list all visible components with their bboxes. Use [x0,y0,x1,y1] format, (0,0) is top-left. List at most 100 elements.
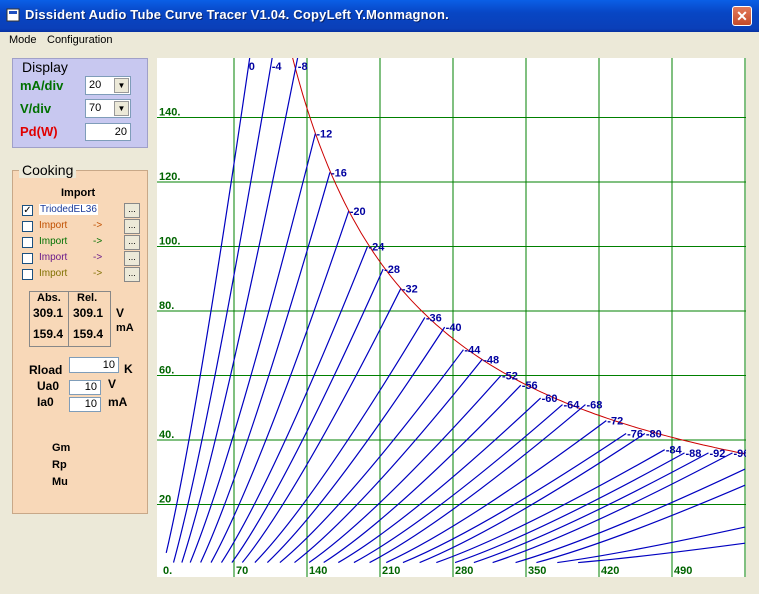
curve-label: -20 [350,206,366,218]
rload-unit: K [124,362,133,376]
curve-label: 0 [249,61,255,73]
x-tick-label: 490 [674,565,692,577]
curve-label: -28 [384,264,400,276]
plate-curve [369,404,586,564]
rel-ma-value: 159.4 [73,327,104,341]
plate-curve [492,452,733,564]
curve-label: -32 [402,283,418,295]
window-title: Dissident Audio Tube Curve Tracer V1.04.… [25,7,449,22]
y-tick-label: 60. [159,365,174,377]
curve-label: -60 [542,393,558,405]
curve-label: -96 [733,448,746,460]
import-label: Import [39,236,68,247]
curve-plot[interactable]: 0 -4 -8 -12 -16 -20 -24 -28 -32 -36 -40 -44 -48 -52 -5… [157,58,746,577]
plate-curve [172,58,273,563]
ua0-unit: V [108,377,117,391]
curve-label: -76 [627,429,643,441]
browse-button[interactable]: ... [124,203,140,218]
y-tick-label: 100. [159,236,180,248]
chevron-down-icon[interactable]: ▼ [114,78,129,93]
plate-curve [557,526,746,564]
import-checkbox[interactable] [22,269,33,280]
curve-label: -40 [446,322,462,334]
rload-label: Rload [29,363,63,377]
curve-label: -4 [272,61,283,73]
v-div-value: 70 [89,102,102,114]
plate-curve [337,397,542,564]
x-tick-label: 280 [455,565,473,577]
x-tick-label: 0. [163,565,172,577]
ia0-input[interactable]: 10 [69,397,101,412]
curve-label: -56 [522,380,538,392]
ma-div-select[interactable]: 20 ▼ [85,76,131,95]
y-tick-label: 40. [159,429,174,441]
import-label: Import [39,268,68,279]
plate-curve [578,542,746,564]
curve-label: -52 [502,371,518,383]
curve-label: -68 [586,400,602,412]
unit-v-label: V [116,306,125,320]
rel-label: Rel. [77,292,98,304]
curve-label: -80 [646,429,662,441]
rload-input[interactable]: 10 [69,357,119,373]
plate-curve [266,326,446,563]
import-label: TriodedEL36 [39,204,98,215]
curve-label: -12 [316,129,332,141]
import-checkbox[interactable] [22,253,33,264]
title-bar[interactable]: Dissident Audio Tube Curve Tracer V1.04.… [0,0,759,32]
ma-div-label: mA/div [20,78,64,93]
menu-configuration[interactable]: Configuration [47,34,112,46]
curve-label: -24 [368,242,385,254]
plate-curve [165,58,251,554]
ia0-unit: mA [108,395,128,409]
chevron-down-icon[interactable]: ▼ [114,101,129,116]
close-icon: ✕ [736,8,748,24]
curve-plot-svg: 0 -4 -8 -12 -16 -20 -24 -28-32 -36 -40-44-48-52 -5… [157,58,746,577]
browse-button[interactable]: ... [124,219,140,234]
import-checkbox[interactable] [22,221,33,232]
y-tick-label: 120. [159,171,180,183]
pd-input[interactable]: 20 [85,123,131,141]
curve-label: -48 [483,354,499,366]
import-arrow: -> [93,252,103,263]
import-arrow: -> [93,236,103,247]
plate-curve [436,449,665,564]
rel-v-value: 309.1 [73,306,104,320]
plate-curve [402,433,627,564]
plate-curve [189,133,316,563]
ua0-label: Ua0 [37,379,60,393]
import-label: Import [39,252,68,263]
gm-label: Gm [52,442,71,454]
curve-label: -36 [426,312,442,324]
v-div-select[interactable]: 70 ▼ [85,99,131,118]
browse-button[interactable]: ... [124,267,140,282]
import-checkbox[interactable] [22,237,33,248]
app-icon [6,8,20,22]
y-tick-label: 80. [159,300,174,312]
menu-mode[interactable]: Mode [9,34,37,46]
x-tick-label: 70 [236,565,248,577]
import-arrow: -> [93,220,103,231]
import-checkbox[interactable]: ✓ [22,205,33,216]
curve-label: -64 [564,400,581,412]
plate-curve [241,288,402,563]
curve-label: -16 [331,167,347,179]
pd-label: Pd(W) [20,124,58,139]
curve-label: -8 [298,61,308,73]
mu-label: Mu [52,476,68,488]
unit-ma-label: mA [116,322,134,334]
ma-div-value: 20 [89,79,102,91]
browse-button[interactable]: ... [124,235,140,250]
plate-curve [386,420,607,564]
v-div-label: V/div [20,101,52,116]
abs-label: Abs. [37,292,61,304]
curve-label: -44 [464,345,481,357]
close-button[interactable]: ✕ [732,6,752,26]
menu-bar: Mode Configuration [0,32,759,50]
browse-button[interactable]: ... [124,251,140,266]
plate-curve [353,404,563,564]
import-arrow: -> [93,268,103,279]
curve-label: -72 [607,416,623,428]
ua0-input[interactable]: 10 [69,380,101,395]
plate-curve [294,358,483,564]
